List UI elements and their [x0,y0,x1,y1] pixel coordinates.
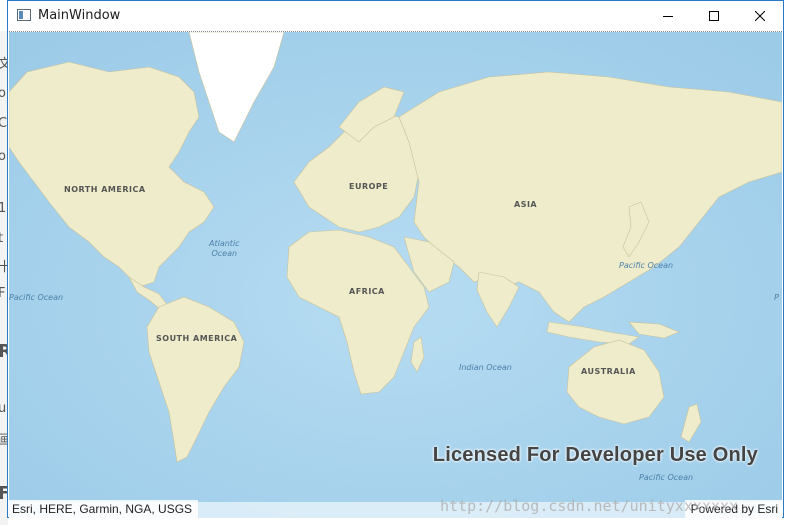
attribution-text[interactable]: Esri, HERE, Garmin, NGA, USGS [9,500,199,518]
window-title: MainWindow [38,8,121,23]
label-north-america: NORTH AMERICA [64,185,146,194]
map-view[interactable]: NORTH AMERICA EUROPE ASIA AFRICA SOUTH A… [9,31,782,518]
main-window: MainWindow NORTH AMERICA EUROPE ASIA AFR… [7,0,784,518]
label-africa: AFRICA [349,287,385,296]
maximize-button[interactable] [691,1,737,31]
license-watermark: Licensed For Developer Use Only [432,444,758,466]
minimize-icon [663,16,673,17]
label-pacific-ocean-bottom: Pacific Ocean [639,473,694,482]
label-europe: EUROPE [349,182,389,191]
title-bar[interactable]: MainWindow [8,1,783,31]
label-pacific-ocean-left: Pacific Ocean [9,293,64,302]
minimize-button[interactable] [645,1,691,31]
close-button[interactable] [737,1,783,31]
label-indian-ocean: Indian Ocean [459,363,512,372]
label-australia: AUSTRALIA [581,367,636,376]
blog-url-watermark: http://blog.csdn.net/unityxxxxxxx [440,497,739,515]
app-icon [17,9,31,21]
label-asia: ASIA [514,200,538,209]
label-pacific-edge: P [774,293,779,302]
label-south-america: SOUTH AMERICA [156,334,238,343]
label-atlantic-ocean: Atlantic Ocean [209,239,240,258]
close-icon [755,11,765,21]
label-pacific-ocean-right: Pacific Ocean [619,261,674,270]
maximize-icon [709,11,719,21]
